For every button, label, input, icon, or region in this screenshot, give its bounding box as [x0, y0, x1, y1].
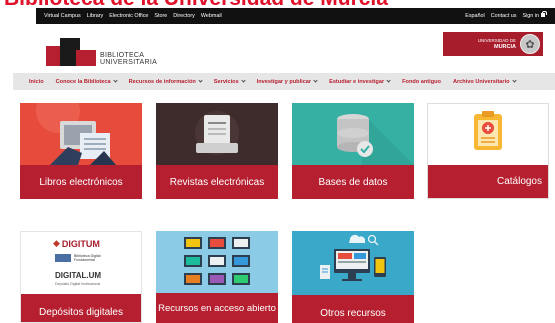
- sign-in-link[interactable]: Sign in: [522, 10, 547, 19]
- topbar-link-virtual-campus[interactable]: Virtual Campus: [44, 13, 81, 19]
- topbar-link-electronic-office[interactable]: Electronic Office: [109, 13, 148, 19]
- language-link[interactable]: Español: [465, 13, 484, 19]
- tile-label: Catálogos: [428, 165, 548, 198]
- university-seal-icon: ✿: [520, 34, 540, 54]
- university-logo[interactable]: UNIVERSIDAD DE MURCIA ✿: [443, 32, 543, 56]
- caption-title: Biblioteca de la Universidad de Murcia: [4, 0, 554, 12]
- nav-item-archivo[interactable]: Archivo Universitario: [447, 78, 522, 85]
- nav-item-recursos[interactable]: Recursos de información: [123, 78, 208, 85]
- chevron-down-icon: [198, 78, 203, 83]
- nav-item-inicio[interactable]: Inicio: [23, 79, 50, 85]
- sign-in-label: Sign in: [522, 13, 539, 19]
- nav-item-investigar[interactable]: Investigar y publicar: [251, 78, 323, 85]
- tile-bases-de-datos[interactable]: Bases de datos: [292, 103, 414, 199]
- chevron-down-icon: [113, 78, 118, 83]
- digitum-mark-icon: ◆: [53, 238, 60, 248]
- tile-revistas-electronicas[interactable]: Revistas electrónicas: [156, 103, 278, 199]
- bdf-text: Biblioteca Digital Fundamental: [74, 254, 101, 262]
- library-logo-text: BIBLIOTECA UNIVERSITARIA: [100, 52, 157, 66]
- logo-line-1: BIBLIOTECA: [100, 52, 145, 59]
- topbar-link-directory[interactable]: Directory: [173, 13, 195, 19]
- university-line-2: MURCIA: [494, 43, 516, 50]
- digitalum-subtitle: Depósito Digital Institucional: [55, 282, 101, 286]
- lock-icon: [541, 10, 547, 17]
- chevron-down-icon: [386, 78, 391, 83]
- tile-label: Revistas electrónicas: [156, 165, 278, 199]
- library-logo-mark: [46, 36, 96, 66]
- clipboard-icon: [428, 104, 548, 166]
- digitum-text: DIGITUM: [61, 238, 100, 249]
- nav-item-servicios[interactable]: Servicios: [208, 78, 251, 85]
- digitalum-text: DIGITAL.UM: [55, 271, 102, 280]
- tile-catalogos[interactable]: Catálogos: [427, 103, 549, 199]
- digitum-logo: ◆ DIGITUM Biblioteca Digital Fundamental…: [21, 232, 141, 296]
- database-icon: [292, 103, 414, 165]
- tile-label: Bases de datos: [292, 165, 414, 199]
- tile-label: Libros electrónicos: [20, 165, 142, 199]
- nav-item-estudiar[interactable]: Estudiar e investigar: [323, 78, 396, 85]
- topbar-link-webmail[interactable]: Webmail: [201, 13, 222, 19]
- contact-link[interactable]: Contact us: [491, 13, 517, 19]
- devices-icon: [292, 231, 414, 295]
- journal-icon: [156, 103, 278, 165]
- chevron-down-icon: [313, 78, 318, 83]
- chevron-down-icon: [241, 78, 246, 83]
- university-logo-text: UNIVERSIDAD DE MURCIA: [478, 38, 516, 50]
- screens-icon: [156, 231, 278, 293]
- main-nav: Inicio Conoce la Biblioteca Recursos de …: [13, 73, 555, 90]
- topbar-link-store[interactable]: Store: [154, 13, 167, 19]
- logo-line-2: UNIVERSITARIA: [100, 59, 158, 66]
- tile-label: Depósitos digitales: [21, 294, 141, 322]
- nav-item-fondo-antiguo[interactable]: Fondo antiguo: [396, 79, 447, 85]
- nav-item-conoce[interactable]: Conoce la Biblioteca: [50, 78, 123, 85]
- tile-recursos-acceso-abierto[interactable]: Recursos en acceso abierto: [156, 231, 278, 323]
- chevron-down-icon: [511, 78, 517, 83]
- flag-icon: [55, 254, 71, 262]
- tile-label: Recursos en acceso abierto: [156, 293, 278, 323]
- topbar-link-library[interactable]: Library: [87, 13, 103, 19]
- tile-libros-electronicos[interactable]: Libros electrónicos: [20, 103, 142, 199]
- tile-otros-recursos[interactable]: Otros recursos: [292, 231, 414, 323]
- ebook-reader-icon: [20, 103, 142, 165]
- tile-depositos-digitales[interactable]: ◆ DIGITUM Biblioteca Digital Fundamental…: [20, 231, 142, 323]
- library-logo[interactable]: BIBLIOTECA UNIVERSITARIA: [46, 32, 157, 66]
- tile-label: Otros recursos: [292, 295, 414, 323]
